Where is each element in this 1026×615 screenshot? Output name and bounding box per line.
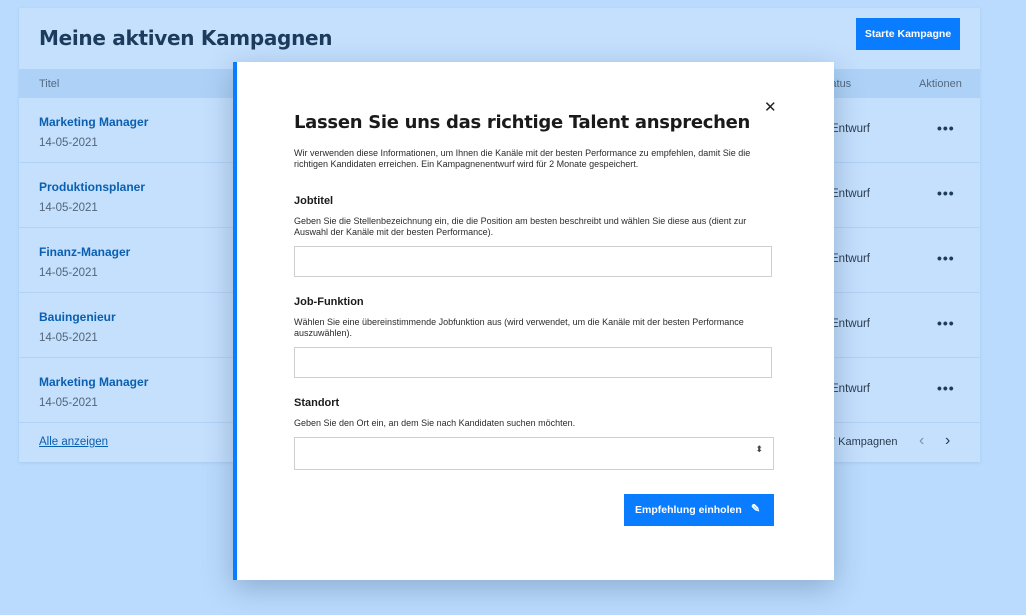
campaign-title-link[interactable]: Bauingenieur xyxy=(39,310,116,324)
modal-title: Lassen Sie uns das richtige Talent anspr… xyxy=(294,112,751,133)
campaign-status: Entwurf xyxy=(831,383,870,395)
select-arrows-icon: ⬍ xyxy=(755,444,763,454)
campaign-date: 14-05-2021 xyxy=(39,332,98,344)
jobfunction-help: Wählen Sie eine übereinstimmende Jobfunk… xyxy=(294,317,744,338)
more-actions-icon[interactable]: ••• xyxy=(937,185,955,201)
more-actions-icon[interactable]: ••• xyxy=(937,120,955,136)
more-actions-icon[interactable]: ••• xyxy=(937,250,955,266)
location-label: Standort xyxy=(294,397,340,409)
campaign-title-link[interactable]: Marketing Manager xyxy=(39,115,148,129)
more-actions-icon[interactable]: ••• xyxy=(937,380,955,396)
recommendation-modal: ✕ Lassen Sie uns das richtige Talent ans… xyxy=(233,62,834,580)
column-header-actions: Aktionen xyxy=(919,78,962,90)
show-all-link[interactable]: Alle anzeigen xyxy=(39,436,108,448)
campaign-title-link[interactable]: Marketing Manager xyxy=(39,375,148,389)
jobfunction-input[interactable] xyxy=(294,347,772,378)
jobtitle-input[interactable] xyxy=(294,246,772,277)
campaign-date: 14-05-2021 xyxy=(39,202,98,214)
jobfunction-label: Job-Funktion xyxy=(294,296,364,308)
start-campaign-button[interactable]: Starte Kampagne xyxy=(856,18,960,50)
campaign-title-link[interactable]: Produktionsplaner xyxy=(39,180,145,194)
column-header-title: Titel xyxy=(39,78,60,90)
location-help: Geben Sie den Ort ein, an dem Sie nach K… xyxy=(294,418,576,428)
campaign-status: Entwurf xyxy=(831,318,870,330)
page-title: Meine aktiven Kampagnen xyxy=(39,26,333,50)
modal-intro-text: Wir verwenden diese Informationen, um Ih… xyxy=(294,148,751,169)
campaign-date: 14-05-2021 xyxy=(39,397,98,409)
more-actions-icon[interactable]: ••• xyxy=(937,315,955,331)
location-select[interactable]: ⬍ xyxy=(294,437,774,470)
campaign-date: 14-05-2021 xyxy=(39,137,98,149)
jobtitle-help: Geben Sie die Stellenbezeichnung ein, di… xyxy=(294,216,747,237)
close-icon[interactable]: ✕ xyxy=(764,98,777,116)
campaign-date: 14-05-2021 xyxy=(39,267,98,279)
campaign-count: 7 Kampagnen xyxy=(829,436,898,448)
campaign-title-link[interactable]: Finanz-Manager xyxy=(39,245,130,259)
campaign-status: Entwurf xyxy=(831,123,870,135)
campaign-status: Entwurf xyxy=(831,253,870,265)
get-recommendation-label: Empfehlung einholen xyxy=(635,504,742,516)
campaign-status: Entwurf xyxy=(831,188,870,200)
magic-wand-icon: ✎ xyxy=(751,503,761,515)
jobtitle-label: Jobtitel xyxy=(294,195,334,207)
chevron-left-icon[interactable]: ‹ xyxy=(919,432,924,450)
chevron-right-icon[interactable]: › xyxy=(945,432,950,450)
get-recommendation-button[interactable]: Empfehlung einholen ✎ xyxy=(624,494,774,526)
